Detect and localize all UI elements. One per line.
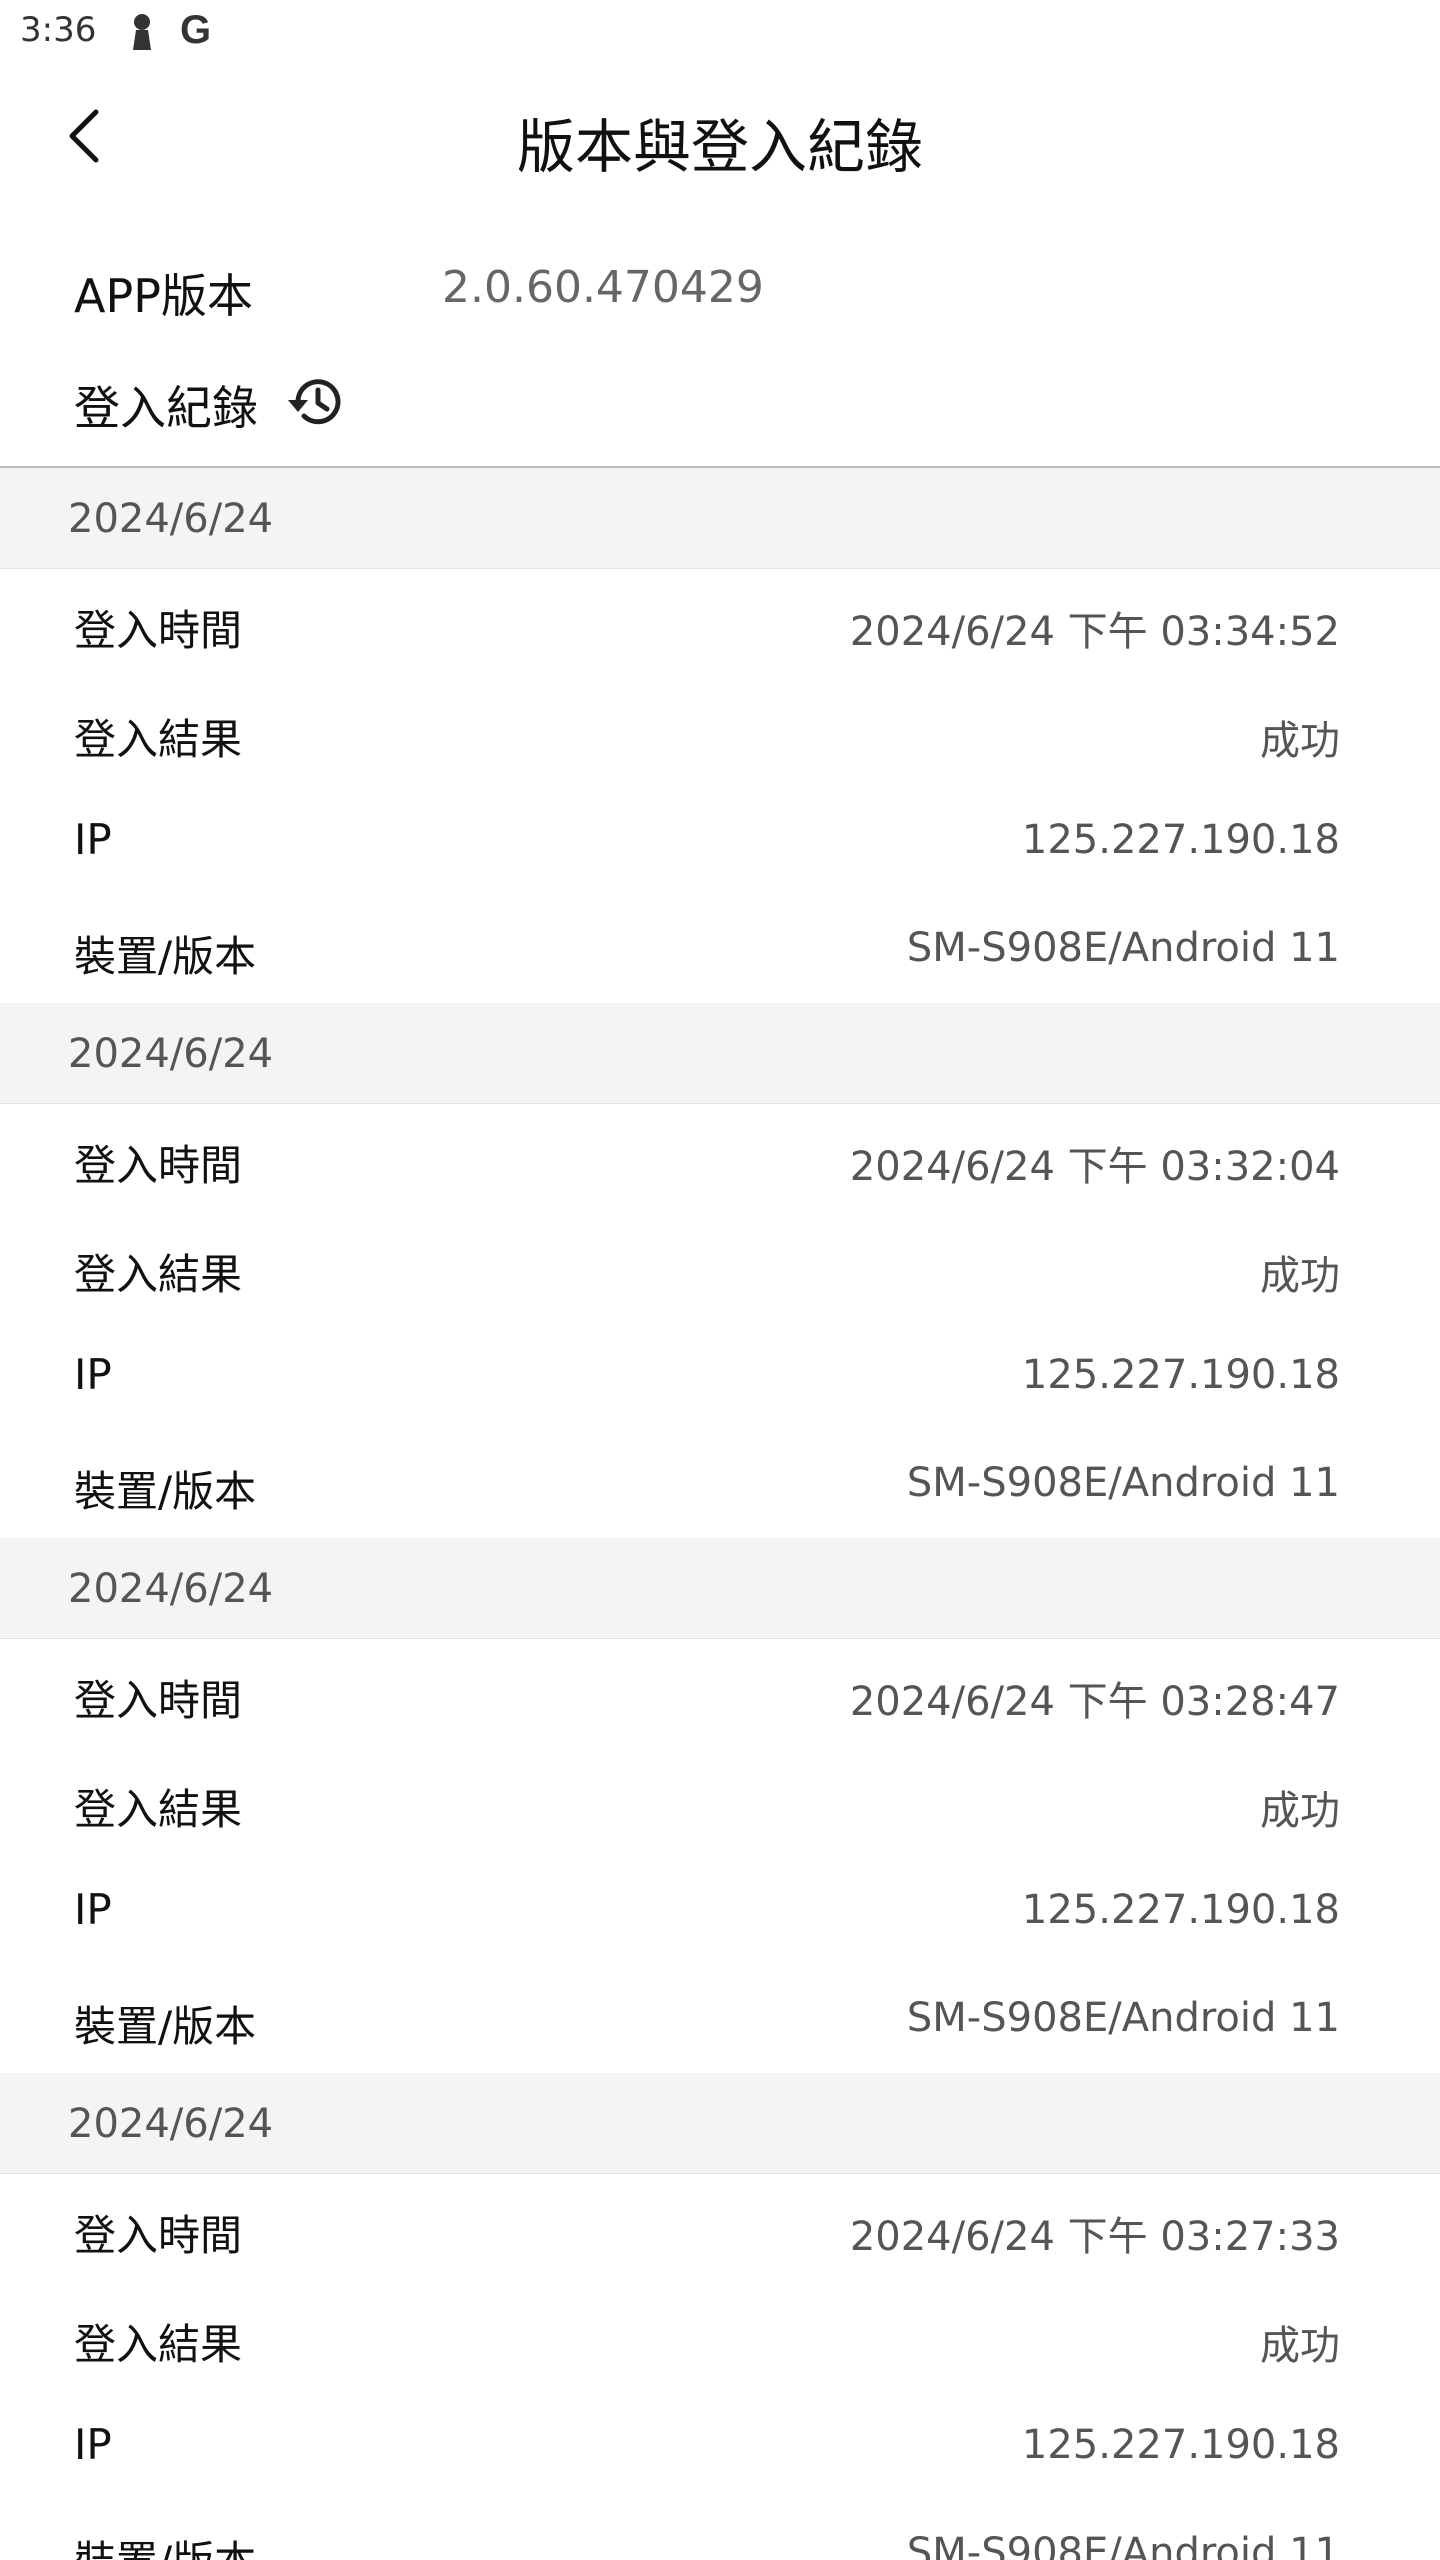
record-date: 2024/6/24: [68, 1031, 274, 1077]
login-time-row: 登入時間 2024/6/24 下午 03:32:04: [0, 1104, 1440, 1213]
login-result-value: 成功: [1260, 1787, 1340, 1834]
device-version-value: SM-S908E/Android 11: [906, 1995, 1340, 2042]
app-version-value: 2.0.60.470429: [442, 262, 764, 313]
device-version-value: SM-S908E/Android 11: [906, 1460, 1340, 1507]
device-version-row: 裝置/版本 SM-S908E/Android 11: [0, 1430, 1440, 1539]
login-result-value: 成功: [1260, 2322, 1340, 2369]
ip-value: 125.227.190.18: [1021, 2421, 1340, 2468]
status-bar: 3:36 G: [0, 0, 1440, 66]
record-date-header: 2024/6/24: [0, 1538, 1440, 1639]
ip-value: 125.227.190.18: [1021, 1351, 1340, 1398]
login-time-label: 登入時間: [74, 606, 243, 655]
record-date-header: 2024/6/24: [0, 468, 1440, 569]
device-version-label: 裝置/版本: [74, 2528, 256, 2560]
login-result-row: 登入結果 成功: [0, 1213, 1440, 1322]
app-version-label: APP版本: [74, 269, 253, 323]
login-time-label: 登入時間: [74, 2211, 243, 2260]
device-version-value: SM-S908E/Android 11: [906, 925, 1340, 972]
login-result-value: 成功: [1260, 717, 1340, 764]
record-date: 2024/6/24: [68, 2101, 274, 2147]
google-icon: G: [180, 8, 212, 52]
login-result-label: 登入結果: [74, 714, 243, 764]
screen: 3:36 G 版本與登入紀錄 APP版本 2.0.60.470429 登入紀錄: [0, 0, 1440, 2560]
login-record: 2024/6/24 登入時間 2024/6/24 下午 03:28:47 登入結…: [0, 1538, 1440, 2073]
app-header: 版本與登入紀錄: [0, 66, 1440, 206]
key-icon: [124, 12, 160, 52]
login-result-label: 登入結果: [74, 1784, 243, 1834]
login-result-label: 登入結果: [74, 2319, 243, 2369]
ip-value: 125.227.190.18: [1021, 816, 1340, 863]
login-history-row[interactable]: 登入紀錄: [0, 364, 1440, 444]
record-date: 2024/6/24: [68, 496, 274, 542]
login-time-label: 登入時間: [74, 1141, 243, 1190]
device-version-label: 裝置/版本: [74, 1467, 257, 1517]
login-time-row: 登入時間 2024/6/24 下午 03:34:52: [0, 569, 1440, 678]
device-version-row: 裝置/版本 SM-S908E/Android 11: [0, 895, 1440, 1004]
ip-label: IP: [74, 814, 112, 864]
ip-row: IP 125.227.190.18: [0, 1322, 1440, 1431]
device-version-label: 裝置/版本: [74, 2002, 257, 2052]
history-icon[interactable]: [284, 370, 348, 434]
login-time-value: 2024/6/24 下午 03:34:52: [849, 609, 1340, 655]
login-result-row: 登入結果 成功: [0, 2283, 1440, 2392]
device-version-row: 裝置/版本 SM-S908E/Android 11: [0, 2500, 1440, 2560]
login-time-value: 2024/6/24 下午 03:27:33: [849, 2214, 1340, 2260]
ip-label: IP: [74, 2419, 112, 2469]
login-time-label: 登入時間: [74, 1676, 243, 1725]
ip-value: 125.227.190.18: [1021, 1886, 1340, 1933]
ip-row: IP 125.227.190.18: [0, 1857, 1440, 1966]
login-time-row: 登入時間 2024/6/24 下午 03:27:33: [0, 2174, 1440, 2283]
ip-row: IP 125.227.190.18: [0, 787, 1440, 896]
login-time-value: 2024/6/24 下午 03:28:47: [849, 1679, 1340, 1725]
app-version-row: APP版本 2.0.60.470429: [0, 250, 1440, 330]
login-record: 2024/6/24 登入時間 2024/6/24 下午 03:34:52 登入結…: [0, 468, 1440, 1003]
login-record: 2024/6/24 登入時間 2024/6/24 下午 03:27:33 登入結…: [0, 2073, 1440, 2560]
record-date-header: 2024/6/24: [0, 2073, 1440, 2174]
login-time-value: 2024/6/24 下午 03:32:04: [849, 1144, 1340, 1190]
device-version-label: 裝置/版本: [74, 932, 257, 982]
login-history-label: 登入紀錄: [74, 381, 258, 435]
status-time: 3:36: [20, 10, 97, 50]
ip-label: IP: [74, 1349, 112, 1399]
login-record: 2024/6/24 登入時間 2024/6/24 下午 03:32:04 登入結…: [0, 1003, 1440, 1538]
login-result-value: 成功: [1260, 1252, 1340, 1299]
device-version-row: 裝置/版本 SM-S908E/Android 11: [0, 1965, 1440, 2074]
login-result-row: 登入結果 成功: [0, 678, 1440, 787]
login-result-row: 登入結果 成功: [0, 1748, 1440, 1857]
login-time-row: 登入時間 2024/6/24 下午 03:28:47: [0, 1639, 1440, 1748]
login-result-label: 登入結果: [74, 1249, 243, 1299]
record-date-header: 2024/6/24: [0, 1003, 1440, 1104]
device-version-value: SM-S908E/Android 11: [906, 2530, 1340, 2560]
ip-label: IP: [74, 1884, 112, 1934]
ip-row: IP 125.227.190.18: [0, 2392, 1440, 2501]
login-record-list: 2024/6/24 登入時間 2024/6/24 下午 03:34:52 登入結…: [0, 468, 1440, 2560]
record-date: 2024/6/24: [68, 1566, 274, 1612]
page-title: 版本與登入紀錄: [516, 113, 923, 181]
